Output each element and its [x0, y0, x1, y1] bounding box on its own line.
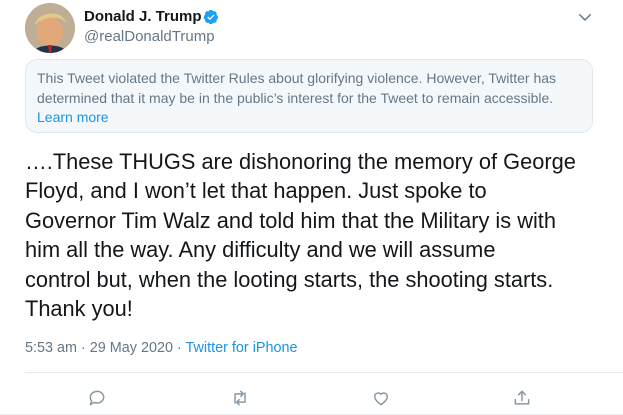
- tweet-source-link[interactable]: Twitter for iPhone: [186, 340, 298, 356]
- user-handle[interactable]: @realDonaldTrump: [84, 28, 215, 45]
- verified-badge-icon: [203, 9, 219, 25]
- retweet-icon: [234, 390, 246, 406]
- divider: [25, 372, 623, 373]
- rules-violation-notice: This Tweet violated the Twitter Rules ab…: [25, 59, 593, 133]
- tweet-date[interactable]: 29 May 2020: [90, 340, 173, 356]
- reply-button[interactable]: [84, 385, 110, 411]
- retweet-button[interactable]: [227, 385, 253, 411]
- avatar-portrait-icon: [25, 3, 75, 53]
- meta-separator: ·: [177, 340, 182, 356]
- like-button[interactable]: [368, 385, 394, 411]
- avatar[interactable]: [25, 3, 75, 53]
- tweet-metadata: 5:53 am · 29 May 2020 · Twitter for iPho…: [25, 340, 298, 356]
- notice-text: This Tweet violated the Twitter Rules ab…: [37, 70, 557, 106]
- tweet-time[interactable]: 5:53 am: [25, 340, 77, 356]
- like-icon: [374, 392, 388, 406]
- chevron-down-icon[interactable]: [576, 8, 594, 26]
- share-button[interactable]: [509, 385, 535, 411]
- share-icon: [514, 390, 530, 405]
- display-name[interactable]: Donald J. Trump: [84, 8, 202, 25]
- tweet-card: Donald J. Trump @realDonaldTrump This Tw…: [0, 0, 623, 415]
- meta-separator: ·: [81, 340, 86, 356]
- reply-icon: [89, 390, 105, 406]
- learn-more-link[interactable]: Learn more: [37, 109, 109, 125]
- tweet-text: ….These THUGS are dishonoring the memory…: [25, 149, 576, 322]
